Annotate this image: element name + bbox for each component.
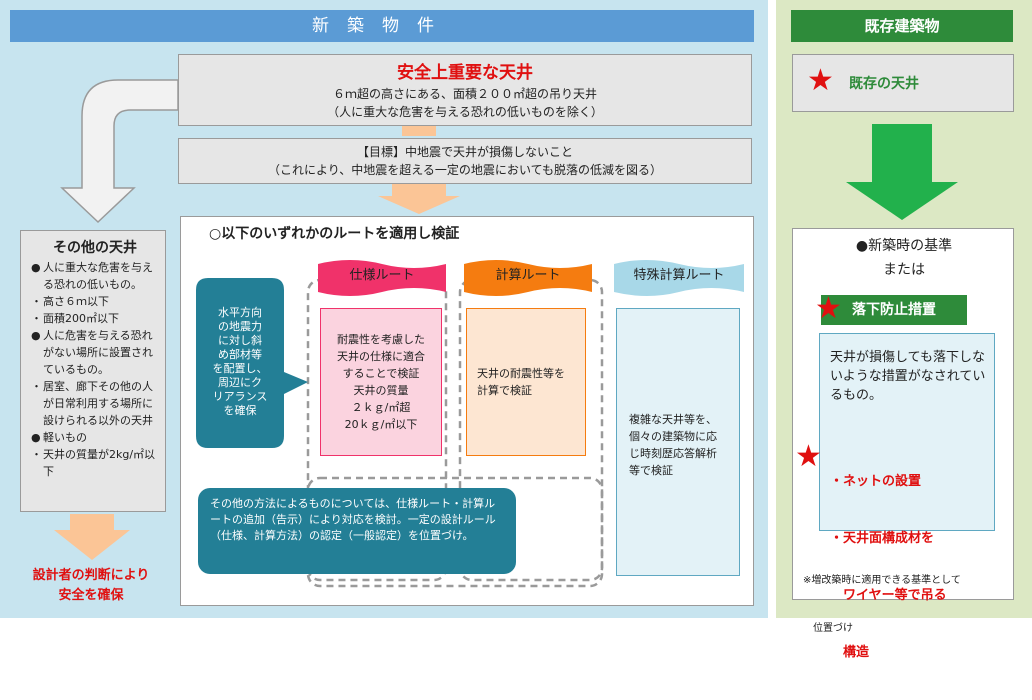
fall-prevention-desc: 天井が損傷しても落下しないような措置がなされているもの。 <box>830 350 986 403</box>
route-box-special: 複雑な天井等を、 個々の建築物に応 じ時刻歴応答解析 等で検証 <box>616 308 740 576</box>
fall-prevention-label: 落下防止措置 <box>821 295 967 325</box>
route-label-special: 特殊計算ルート <box>633 268 725 283</box>
route-label-calc: 計算ルート <box>495 268 561 283</box>
existing-ceiling-label: 既存の天井 <box>849 76 919 92</box>
standard-line1: ●新築時の基準 <box>855 238 953 254</box>
star-icon: ★ <box>815 291 842 326</box>
horizontal-bracing-note: 水平方向 の地震力 に対し斜 め部材等 を配置し、 周辺にク リアランス を確保 <box>212 306 268 417</box>
fall-prevention-detail: 天井が損傷しても落下しないような措置がなされているもの。 ・ネットの設置 ・天井… <box>819 333 995 660</box>
route-flag-spec: 仕様ルート <box>318 258 446 298</box>
route-flag-calc: 計算ルート <box>464 258 592 298</box>
other-method-note: その他の方法によるものについては、仕様ルート・計算ルートの追加（告示）により対応… <box>198 488 516 574</box>
route-label-spec: 仕様ルート <box>349 268 415 283</box>
existing-ceiling-box: ★ 既存の天井 <box>792 54 1014 112</box>
star-icon: ★ <box>795 439 822 474</box>
star-icon: ★ <box>807 63 834 98</box>
route-flag-special: 特殊計算ルート <box>614 258 744 298</box>
standard-line2: または <box>883 262 925 278</box>
existing-standard-box: ●新築時の基準 または 落下防止措置 ★ 天井が損傷しても落下しないような措置が… <box>792 228 1014 660</box>
route-box-calc: 天井の耐震性等を 計算で検証 <box>466 308 586 456</box>
footnote: ※増改築時に適用できる基準として 位置づけ <box>803 575 961 634</box>
route-box-spec: 耐震性を考慮した 天井の仕様に適合 することで検証 天井の質量 ２ｋｇ/㎡超 2… <box>320 308 442 456</box>
